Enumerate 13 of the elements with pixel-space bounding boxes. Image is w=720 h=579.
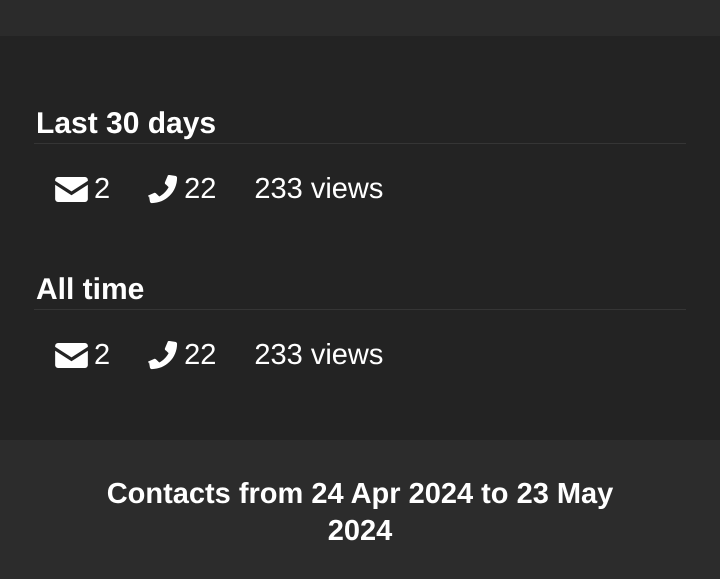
phone-icon (148, 174, 178, 204)
envelope-icon (55, 342, 88, 368)
section-heading: Last 30 days (35, 106, 216, 142)
envelope-icon (55, 176, 88, 202)
views-count: 233 views (254, 172, 384, 206)
phone-icon (148, 340, 178, 370)
call-count: 22 (184, 172, 216, 206)
message-count: 2 (94, 172, 110, 206)
call-count: 22 (184, 338, 216, 372)
date-range-text: Contacts from 24 Apr 2024 to 23 May 2024 (106, 477, 614, 549)
views-count: 233 views (254, 338, 384, 372)
message-count: 2 (94, 338, 110, 372)
section-heading: All time (35, 272, 144, 308)
